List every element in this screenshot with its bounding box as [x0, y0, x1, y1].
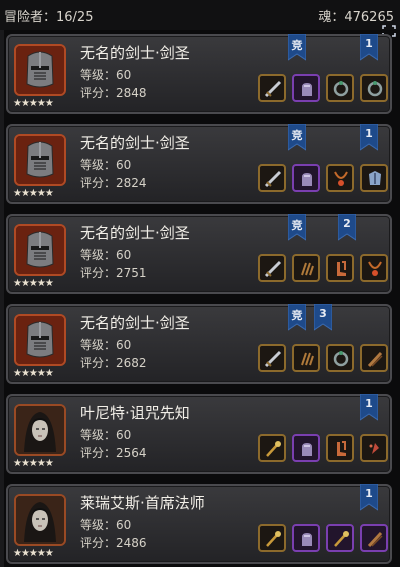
rank-badge: 1: [360, 394, 378, 422]
swordsman-portrait: [14, 314, 66, 366]
hero-score: 评分：2564: [80, 446, 147, 460]
adventurer-card[interactable]: ★★★★★ 叶尼特·诅咒先知等级：60 评分：2564 1: [6, 394, 392, 474]
badge-label: 3: [319, 307, 327, 320]
claw-icon[interactable]: [292, 344, 320, 372]
hero-level: 等级：60: [80, 428, 132, 442]
gauntlet-icon[interactable]: [292, 434, 320, 462]
staff-icon[interactable]: [360, 344, 388, 372]
amulet-icon[interactable]: [326, 164, 354, 192]
sword-icon[interactable]: [258, 344, 286, 372]
shard-icon[interactable]: [360, 434, 388, 462]
boots-icon[interactable]: [326, 434, 354, 462]
expand-icon[interactable]: [382, 22, 396, 37]
hero-score: 评分：2486: [80, 536, 147, 550]
armor-icon[interactable]: [360, 164, 388, 192]
hero-score: 评分：2682: [80, 356, 147, 370]
hero-score: 评分：2751: [80, 266, 147, 280]
arena-badge: 竞: [288, 124, 306, 152]
hero-name: 莱瑞艾斯·首席法师: [80, 494, 205, 512]
wand-icon[interactable]: [326, 524, 354, 552]
badge-label: 2: [343, 217, 351, 230]
star-rating: ★★★★★: [13, 458, 54, 469]
hero-level: 等级：60: [80, 338, 132, 352]
hero-score: 评分：2848: [80, 86, 147, 100]
arena-badge: 竞: [288, 214, 306, 242]
badge-label: 竞: [291, 129, 303, 142]
rank-badge: 2: [338, 214, 356, 242]
ring-icon[interactable]: [326, 344, 354, 372]
hero-name: 无名的剑士·剑圣: [80, 224, 190, 242]
hero-score: 评分：2824: [80, 176, 147, 190]
star-rating: ★★★★★: [13, 98, 54, 109]
rank-badge: 1: [360, 34, 378, 62]
swordsman-portrait: [14, 224, 66, 276]
adventurer-card[interactable]: ★★★★★ 无名的剑士·剑圣等级：60 评分：2848 竞 1: [6, 34, 392, 114]
hero-name: 无名的剑士·剑圣: [80, 44, 190, 62]
adventurer-card[interactable]: ★★★★★ 无名的剑士·剑圣等级：60 评分：2751 竞 2: [6, 214, 392, 294]
hero-name: 无名的剑士·剑圣: [80, 314, 190, 332]
gauntlet-icon[interactable]: [292, 74, 320, 102]
rank-badge: 1: [360, 124, 378, 152]
top-bar: 冒险者：16/25 魂：476265: [0, 0, 400, 30]
swordsman-portrait: [14, 44, 66, 96]
star-rating: ★★★★★: [13, 188, 54, 199]
staff-icon[interactable]: [360, 524, 388, 552]
rank-badge: 1: [360, 484, 378, 512]
arena-badge: 竞: [288, 34, 306, 62]
badge-label: 竞: [291, 39, 303, 52]
wand-icon[interactable]: [258, 434, 286, 462]
badge-label: 1: [365, 37, 373, 50]
swordsman-portrait: [14, 134, 66, 186]
ring-icon[interactable]: [326, 74, 354, 102]
adventurer-card[interactable]: ★★★★★ 无名的剑士·剑圣等级：60 评分：2682 竞 3: [6, 304, 392, 384]
gauntlet-icon[interactable]: [292, 164, 320, 192]
badge-label: 竞: [291, 309, 303, 322]
star-rating: ★★★★★: [13, 278, 54, 289]
sword-icon[interactable]: [258, 164, 286, 192]
badge-label: 1: [365, 397, 373, 410]
hero-name: 无名的剑士·剑圣: [80, 134, 190, 152]
adventurer-count: 冒险者：16/25: [4, 10, 94, 25]
left-edge: [0, 30, 4, 567]
ring-icon[interactable]: [360, 74, 388, 102]
star-rating: ★★★★★: [13, 368, 54, 379]
badge-label: 竞: [291, 219, 303, 232]
hero-level: 等级：60: [80, 68, 132, 82]
hero-name: 叶尼特·诅咒先知: [80, 404, 190, 422]
adventurer-card[interactable]: ★★★★★ 莱瑞艾斯·首席法师等级：60 评分：2486 1: [6, 484, 392, 564]
wand-icon[interactable]: [258, 524, 286, 552]
mage-portrait: [14, 494, 66, 546]
sword-icon[interactable]: [258, 74, 286, 102]
gauntlet-icon[interactable]: [292, 524, 320, 552]
sword-icon[interactable]: [258, 254, 286, 282]
claw-icon[interactable]: [292, 254, 320, 282]
hero-level: 等级：60: [80, 518, 132, 532]
star-rating: ★★★★★: [13, 548, 54, 559]
rank-badge: 3: [314, 304, 332, 332]
hero-level: 等级：60: [80, 248, 132, 262]
badge-label: 1: [365, 127, 373, 140]
mage-portrait: [14, 404, 66, 456]
hero-level: 等级：60: [80, 158, 132, 172]
adventurer-card[interactable]: ★★★★★ 无名的剑士·剑圣等级：60 评分：2824 竞 1: [6, 124, 392, 204]
boots-icon[interactable]: [326, 254, 354, 282]
amulet-icon[interactable]: [360, 254, 388, 282]
arena-badge: 竞: [288, 304, 306, 332]
badge-label: 1: [365, 487, 373, 500]
